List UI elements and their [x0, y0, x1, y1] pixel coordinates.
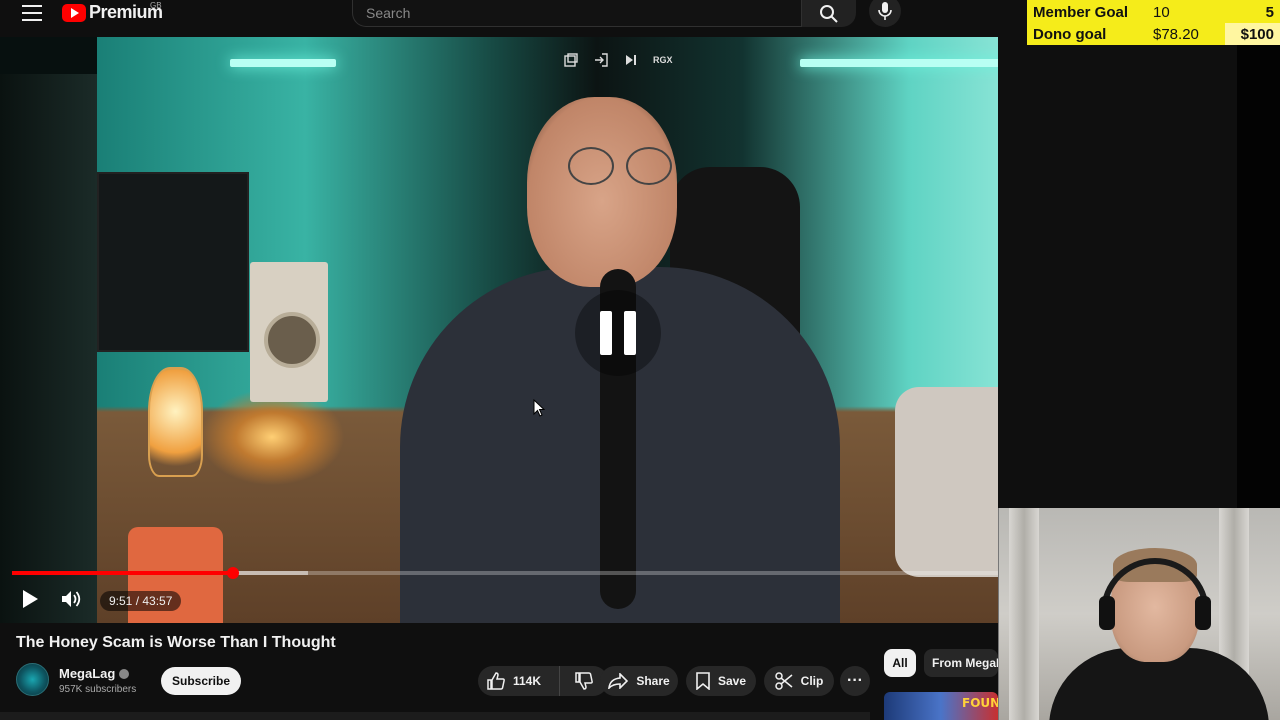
- member-goal-current: 10: [1153, 4, 1170, 21]
- more-button[interactable]: ···: [840, 666, 870, 696]
- chip-all[interactable]: All: [884, 649, 916, 677]
- save-icon: [696, 672, 710, 690]
- recommendation-thumbnail[interactable]: FOUN: [884, 692, 998, 720]
- ceiling-light: [230, 59, 336, 67]
- skip-icon[interactable]: [623, 52, 639, 68]
- dono-goal-label: Dono goal: [1033, 26, 1107, 43]
- player-controls: 9:51 / 43:57: [0, 583, 998, 615]
- miniplayer-icon[interactable]: [563, 52, 579, 68]
- dono-goal-current: $78.20: [1153, 26, 1199, 43]
- video-letterbox: [0, 74, 97, 623]
- glasses: [568, 147, 678, 187]
- verified-icon: [119, 669, 130, 679]
- curtain: [1009, 508, 1039, 720]
- like-count: 114K: [513, 674, 542, 688]
- pause-icon: [600, 311, 612, 355]
- like-button[interactable]: 114K: [478, 666, 560, 696]
- pause-indicator[interactable]: [575, 290, 661, 376]
- cursor-icon: [533, 399, 545, 417]
- voice-search-button[interactable]: [869, 0, 901, 27]
- channel-name-row[interactable]: MegaLag: [59, 666, 130, 681]
- pillow: [895, 387, 998, 577]
- dono-goal-target: $100: [1225, 23, 1280, 45]
- volume-button[interactable]: [58, 586, 86, 612]
- save-button[interactable]: Save: [686, 666, 756, 696]
- stream-goals-overlay: Member Goal 10 5 Dono goal $78.20 $100: [1027, 0, 1280, 45]
- youtube-logo[interactable]: Premium GB: [62, 1, 163, 23]
- member-goal-row: Member Goal 10 5: [1027, 1, 1280, 23]
- monitor: [97, 172, 249, 352]
- clip-icon: [774, 672, 793, 690]
- share-button[interactable]: Share: [600, 666, 678, 696]
- like-icon: [487, 672, 505, 690]
- share-label: Share: [636, 674, 670, 688]
- volume-icon: [62, 591, 81, 607]
- headset-ear: [1195, 596, 1211, 630]
- subscriber-count: 957K subscribers: [59, 684, 137, 695]
- pause-icon-bar: [624, 311, 636, 355]
- ceiling-light: [800, 59, 998, 67]
- search-box: [352, 0, 802, 27]
- headset-ear: [1099, 596, 1115, 630]
- dono-goal-row: Dono goal $78.20 $100: [1027, 23, 1280, 45]
- member-goal-target: 5: [1265, 4, 1274, 21]
- logo-country: GB: [150, 1, 162, 10]
- description-box-edge: [0, 712, 870, 720]
- dislike-icon: [575, 672, 593, 690]
- channel-name[interactable]: MegaLag: [59, 666, 115, 681]
- like-dislike-group: 114K: [478, 666, 608, 696]
- save-label: Save: [717, 674, 747, 688]
- youtube-logo-icon: [62, 3, 86, 22]
- progress-played: [12, 571, 234, 575]
- play-icon: [23, 590, 38, 608]
- streamer-webcam: [998, 508, 1280, 720]
- member-goal-label: Member Goal: [1033, 4, 1129, 21]
- video-player[interactable]: RGX 9:51 / 43:57: [0, 37, 998, 623]
- time-display: 9:51 / 43:57: [100, 591, 182, 611]
- clip-label: Clip: [800, 674, 824, 688]
- player-top-icons: RGX: [563, 52, 673, 68]
- presenter-head: [527, 97, 677, 287]
- exit-icon[interactable]: [593, 52, 609, 68]
- stream-side-strip: [1237, 45, 1280, 508]
- avatar[interactable]: [16, 663, 49, 696]
- subscribe-button[interactable]: Subscribe: [161, 667, 241, 695]
- search-input[interactable]: [353, 0, 801, 26]
- overlay-badge[interactable]: RGX: [653, 52, 673, 68]
- progress-bar[interactable]: [12, 567, 998, 579]
- chip-from-channel[interactable]: From MegaLag: [924, 649, 998, 677]
- search-icon: [820, 4, 838, 23]
- search-button[interactable]: [802, 0, 856, 27]
- menu-icon[interactable]: [22, 5, 42, 21]
- more-icon: ···: [847, 672, 863, 689]
- speaker: [250, 262, 328, 402]
- play-button[interactable]: [16, 586, 44, 612]
- video-title: The Honey Scam is Worse Than I Thought: [16, 634, 336, 651]
- share-icon: [608, 673, 629, 689]
- thumbnail-text: FOUN: [962, 696, 998, 710]
- clip-button[interactable]: Clip: [764, 666, 834, 696]
- mic-icon: [878, 2, 892, 20]
